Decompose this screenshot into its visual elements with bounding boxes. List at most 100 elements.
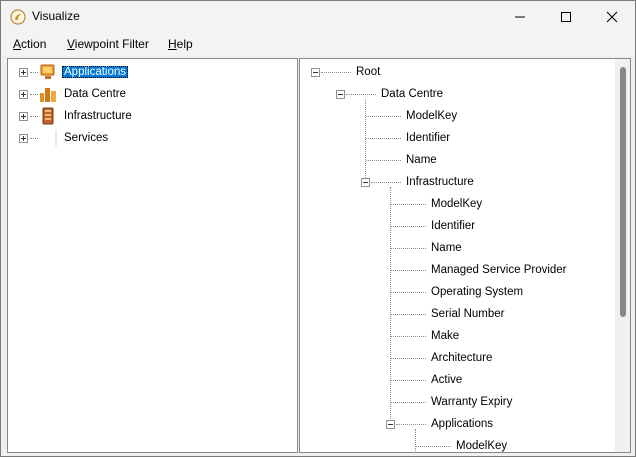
collapse-infrastructure-toggle[interactable] [361, 178, 370, 187]
tree-connector [391, 248, 426, 249]
vertical-scrollbar[interactable] [615, 59, 630, 452]
menu-action-accel: A [13, 37, 22, 51]
tree-item-infrastructure[interactable]: Infrastructure [404, 173, 476, 191]
tree-item-label: Applications [431, 418, 494, 430]
tree-item-label: Services [64, 132, 109, 144]
title-bar[interactable]: Visualize [1, 1, 635, 32]
tree-connector [391, 402, 426, 403]
tree-item-data-centre[interactable]: Data Centre [62, 85, 128, 103]
viewpoint-tree-pane[interactable]: Applications Data Centre Infrastructure [7, 58, 298, 453]
tree-item-identifier[interactable]: Identifier [404, 129, 452, 147]
tree-item-label: Serial Number [431, 308, 505, 320]
tree-item-label: ModelKey [456, 440, 508, 452]
menu-viewpoint-filter-rest: iewpoint Filter [74, 37, 149, 51]
tree-item-label: ModelKey [431, 198, 483, 210]
tree-connector [416, 446, 451, 447]
tree-connector [391, 358, 426, 359]
tree-item-label: Make [431, 330, 460, 342]
applications-icon [40, 64, 55, 79]
menu-viewpoint-filter-accel: V [67, 37, 75, 51]
tree-item-modelkey[interactable]: ModelKey [429, 195, 484, 213]
app-logo-icon [10, 9, 26, 25]
tree-item-label: Applications [62, 66, 129, 78]
close-icon [606, 11, 618, 22]
minimize-button[interactable] [497, 1, 543, 32]
tree-item-applications[interactable]: Applications [429, 415, 495, 433]
tree-item-modelkey[interactable]: ModelKey [454, 437, 509, 452]
tree-item-name[interactable]: Name [429, 239, 464, 257]
tree-connector [391, 204, 426, 205]
tree-item-root[interactable]: Root [354, 63, 382, 81]
tree-item-make[interactable]: Make [429, 327, 461, 345]
scrollbar-thumb[interactable] [620, 67, 626, 317]
collapse-data-centre-toggle[interactable] [336, 90, 345, 99]
services-icon [55, 130, 57, 146]
tree-item-architecture[interactable]: Architecture [429, 349, 494, 367]
tree-connector [391, 314, 426, 315]
tree-connector [390, 187, 391, 421]
tree-item-label: Managed Service Provider [431, 264, 567, 276]
tree-item-services[interactable]: Services [62, 129, 110, 147]
tree-item-label: Identifier [431, 220, 476, 232]
tree-connector [366, 160, 401, 161]
collapse-root-toggle[interactable] [311, 68, 320, 77]
tree-item-label: Data Centre [64, 88, 127, 100]
tree-item-label: Name [431, 242, 462, 254]
collapse-applications-toggle[interactable] [386, 420, 395, 429]
tree-connector [30, 72, 38, 73]
tree-item-label: Identifier [406, 132, 451, 144]
tree-item-operating-system[interactable]: Operating System [429, 283, 525, 301]
tree-item-applications[interactable]: Applications [62, 63, 129, 81]
tree-connector [391, 226, 426, 227]
tree-item-label: Warranty Expiry [431, 396, 513, 408]
tree-connector [366, 116, 401, 117]
tree-connector [366, 138, 401, 139]
tree-connector [391, 380, 426, 381]
menu-help-accel: H [168, 37, 177, 51]
menu-action-rest: ction [21, 37, 47, 51]
tree-item-label: Root [356, 66, 381, 78]
tree-connector [415, 429, 416, 452]
menu-help-rest: elp [176, 37, 193, 51]
tree-item-label: Infrastructure [64, 110, 132, 122]
data-centre-icon [40, 88, 56, 102]
tree-item-data-centre[interactable]: Data Centre [379, 85, 445, 103]
menu-viewpoint-filter[interactable]: Viewpoint Filter [67, 37, 149, 51]
tree-item-name[interactable]: Name [404, 151, 439, 169]
expand-data-centre-toggle[interactable] [19, 90, 28, 99]
infrastructure-icon [42, 107, 54, 125]
window-title: Visualize [32, 9, 80, 23]
tree-item-warranty-expiry[interactable]: Warranty Expiry [429, 393, 514, 411]
tree-connector [391, 292, 426, 293]
menu-bar: Action Viewpoint Filter Help [1, 32, 635, 56]
expand-applications-toggle[interactable] [19, 68, 28, 77]
tree-connector [30, 94, 38, 95]
tree-item-label: Infrastructure [406, 176, 474, 188]
tree-item-label: Data Centre [381, 88, 444, 100]
minimize-icon [515, 16, 525, 17]
tree-connector [321, 72, 351, 73]
tree-connector [391, 270, 426, 271]
tree-item-label: ModelKey [406, 110, 458, 122]
tree-item-identifier[interactable]: Identifier [429, 217, 477, 235]
tree-item-serial-number[interactable]: Serial Number [429, 305, 507, 323]
expand-services-toggle[interactable] [19, 134, 28, 143]
tree-item-infrastructure[interactable]: Infrastructure [62, 107, 134, 125]
expand-infrastructure-toggle[interactable] [19, 112, 28, 121]
close-button[interactable] [589, 1, 635, 32]
tree-connector [30, 116, 38, 117]
maximize-icon [561, 11, 571, 22]
tree-item-label: Active [431, 374, 463, 386]
tree-connector [346, 94, 376, 95]
tree-item-modelkey[interactable]: ModelKey [404, 107, 459, 125]
tree-item-managed-service-provider[interactable]: Managed Service Provider [429, 261, 569, 279]
menu-help[interactable]: Help [168, 37, 193, 51]
tree-connector [391, 336, 426, 337]
maximize-button[interactable] [543, 1, 589, 32]
model-tree-pane[interactable]: Root Data Centre ModelKey Identifier Nam… [299, 58, 631, 453]
tree-connector [365, 99, 366, 180]
menu-action[interactable]: Action [13, 37, 46, 51]
tree-item-active[interactable]: Active [429, 371, 464, 389]
tree-item-label: Architecture [431, 352, 493, 364]
tree-connector [371, 182, 401, 183]
